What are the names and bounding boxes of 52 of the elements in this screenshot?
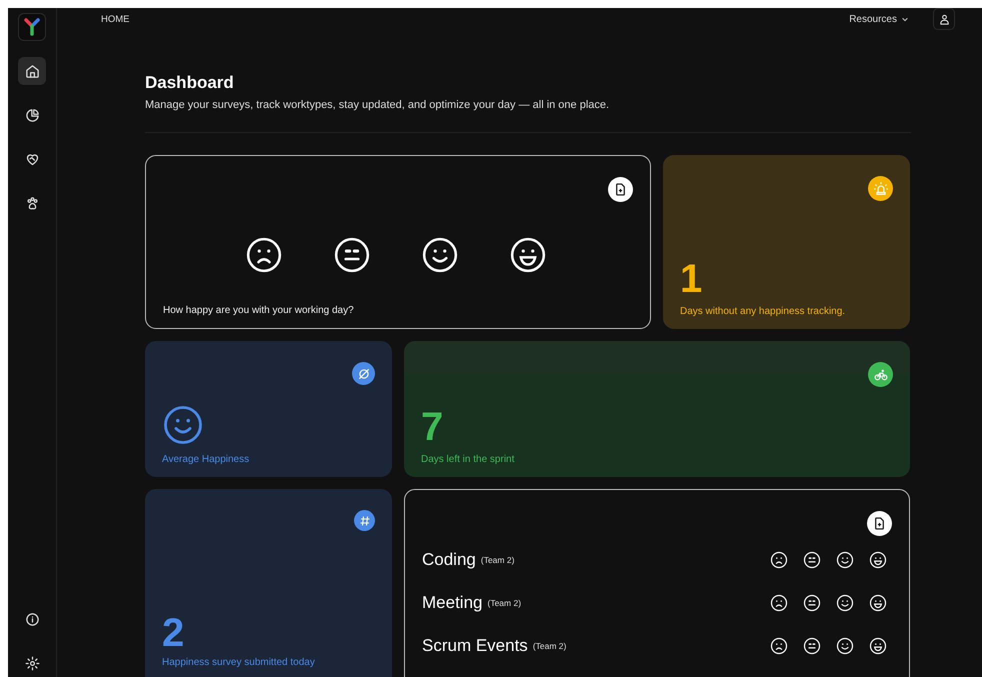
neutral-face-icon[interactable] <box>803 594 821 612</box>
heart-icon[interactable] <box>24 152 40 166</box>
grinning-face-icon[interactable] <box>869 594 887 612</box>
add-document-icon[interactable] <box>867 511 892 536</box>
sad-face-icon[interactable] <box>770 594 788 612</box>
worktype-name: Scrum Events <box>422 636 528 656</box>
settings-icon[interactable] <box>24 656 40 670</box>
grinning-face-icon[interactable] <box>869 551 887 569</box>
smiling-face-icon[interactable] <box>836 594 854 612</box>
survey-question: How happy are you with your working day? <box>163 305 355 316</box>
page-subtitle: Manage your surveys, track worktypes, stay updated, and optimize your day — all in one place. <box>145 99 610 111</box>
neutral-face-icon[interactable] <box>333 236 371 274</box>
user-button[interactable] <box>933 8 955 30</box>
breadcrumb[interactable]: HOME <box>101 14 130 24</box>
team-label: (Team 2) <box>480 555 514 565</box>
stat-value: 7 <box>421 407 444 447</box>
sad-face-icon[interactable] <box>245 236 283 274</box>
team-label: (Team 2) <box>487 598 522 608</box>
home-icon[interactable] <box>24 64 40 78</box>
worktype-name: Coding <box>422 550 476 570</box>
info-icon[interactable] <box>24 612 40 626</box>
page-title: Dashboard <box>145 73 235 93</box>
worktype-name: Meeting <box>422 593 482 613</box>
smiling-face-icon <box>162 404 204 446</box>
sad-face-icon[interactable] <box>770 551 788 569</box>
smiling-face-icon[interactable] <box>421 236 459 274</box>
sad-face-icon[interactable] <box>770 637 788 655</box>
stat-label: Happiness survey submitted today <box>162 657 316 668</box>
stat-value: 2 <box>162 613 186 653</box>
smiling-face-icon[interactable] <box>836 551 854 569</box>
logo-icon[interactable] <box>18 13 46 41</box>
stat-value: 1 <box>680 259 704 299</box>
team-label: (Team 2) <box>532 641 566 651</box>
empty-set-icon <box>352 362 375 385</box>
user-icon <box>938 14 950 24</box>
paw-icon[interactable] <box>24 196 40 210</box>
neutral-face-icon[interactable] <box>803 551 821 569</box>
smiling-face-icon[interactable] <box>836 637 854 655</box>
grinning-face-icon[interactable] <box>509 236 547 274</box>
hash-icon <box>354 510 375 531</box>
chevron-down-icon <box>901 15 909 23</box>
sidebar-item[interactable] <box>18 57 46 85</box>
grinning-face-icon[interactable] <box>869 637 887 655</box>
siren-icon <box>868 176 893 201</box>
stat-label: Days without any happiness tracking. <box>680 306 846 317</box>
stat-label: Days left in the sprint <box>421 454 516 465</box>
stat-label: Average Happiness <box>162 454 250 465</box>
add-document-icon[interactable] <box>608 177 633 202</box>
resources-menu[interactable]: Resources <box>849 14 909 24</box>
neutral-face-icon[interactable] <box>803 637 821 655</box>
pie-chart-icon[interactable] <box>24 108 40 122</box>
bicycle-icon <box>868 362 893 387</box>
